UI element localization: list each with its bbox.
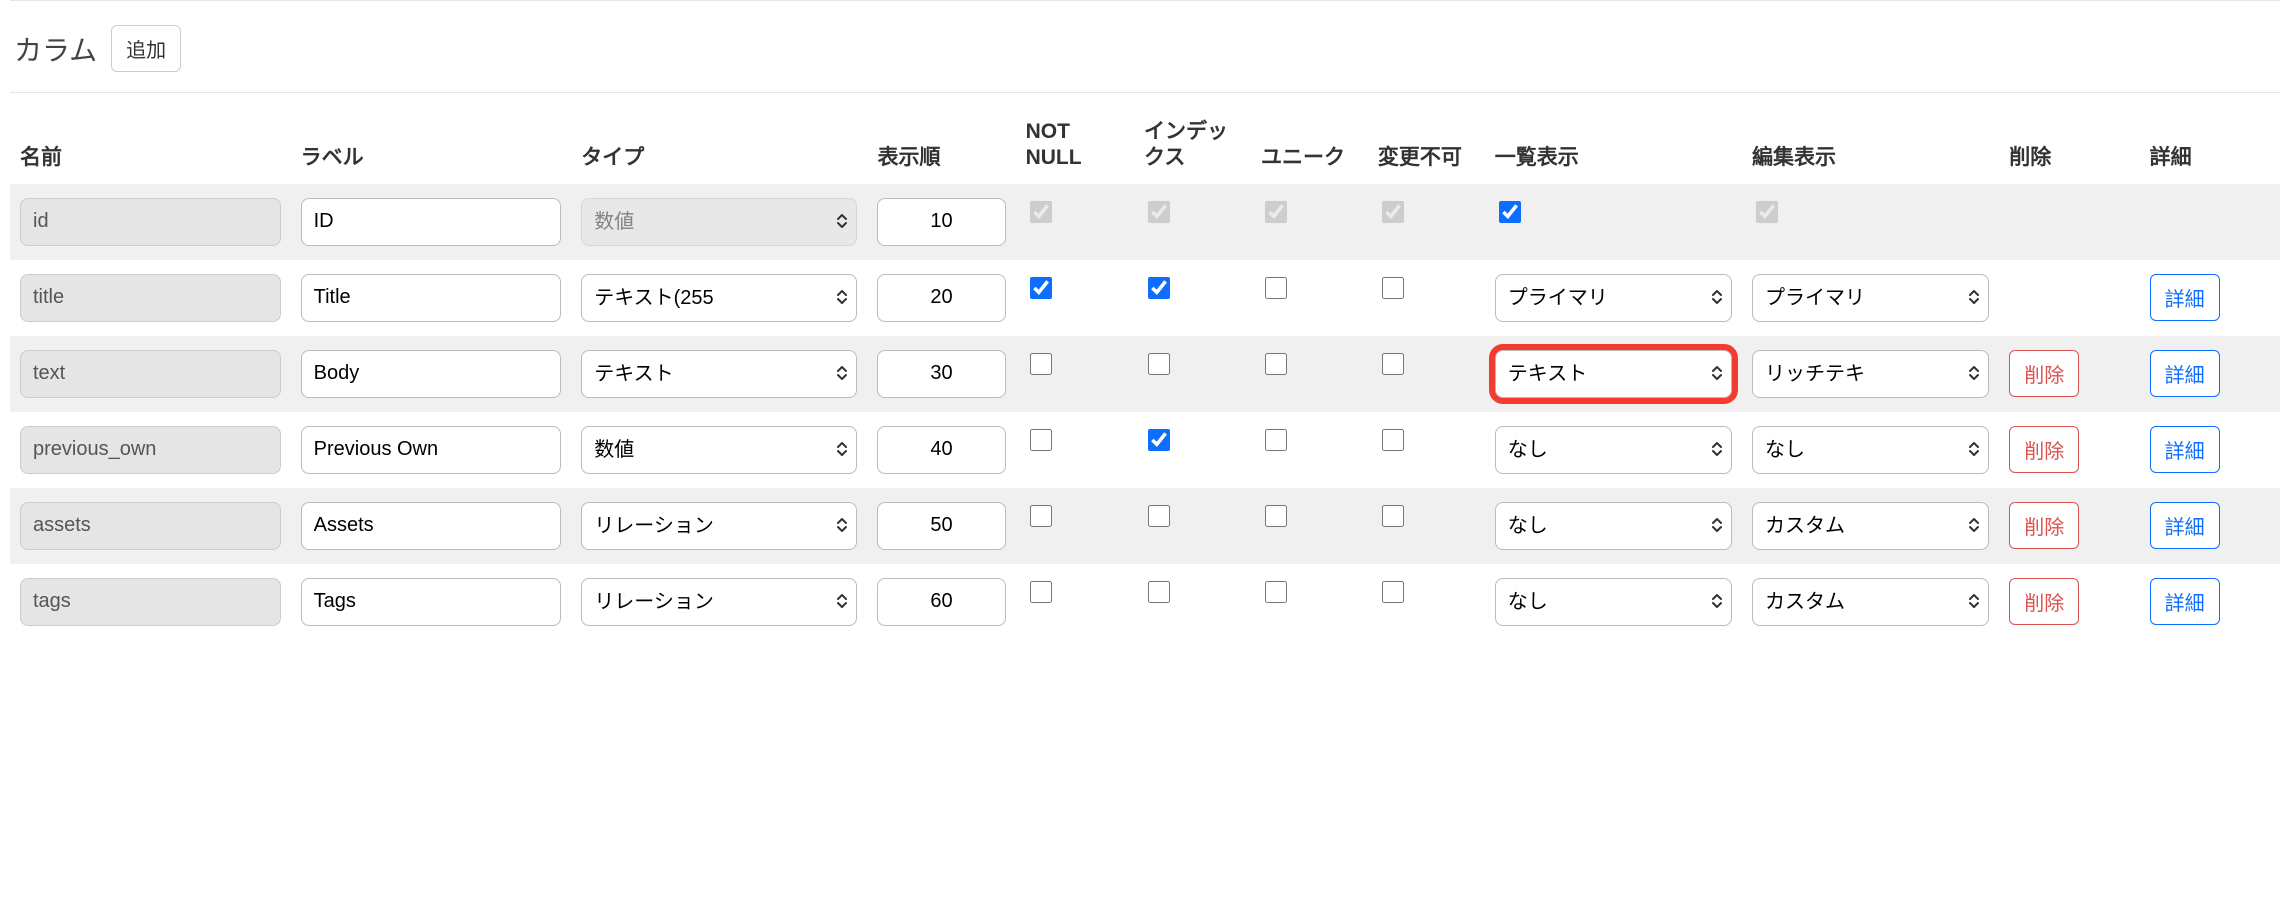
not-null-checkbox[interactable] (1030, 429, 1052, 451)
order-field[interactable] (877, 274, 1005, 322)
header-immutable: 変更不可 (1368, 111, 1485, 184)
immutable-checkbox[interactable] (1382, 353, 1404, 375)
table-header-row: 名前 ラベル タイプ 表示順 NOT NULL インデックス ユニーク 変更不可… (10, 111, 2280, 184)
list-display-select[interactable]: なし (1495, 426, 1732, 474)
not-null-checkbox[interactable] (1030, 505, 1052, 527)
order-field[interactable] (877, 198, 1005, 246)
index-checkbox[interactable] (1148, 429, 1170, 451)
delete-button[interactable]: 削除 (2009, 426, 2079, 473)
not-null-checkbox[interactable] (1030, 277, 1052, 299)
order-field[interactable] (877, 578, 1005, 626)
list-display-select[interactable]: プライマリ (1495, 274, 1732, 322)
name-field (20, 578, 281, 626)
immutable-checkbox[interactable] (1382, 505, 1404, 527)
section-title: カラム (14, 29, 97, 69)
order-field[interactable] (877, 350, 1005, 398)
label-field[interactable] (301, 198, 562, 246)
name-field (20, 198, 281, 246)
label-field[interactable] (301, 578, 562, 626)
immutable-checkbox[interactable] (1382, 277, 1404, 299)
table-row: 数値なしなし削除詳細 (10, 412, 2280, 488)
header-notnull: NOT NULL (1016, 111, 1134, 184)
immutable-checkbox[interactable] (1382, 581, 1404, 603)
delete-button[interactable]: 削除 (2009, 350, 2079, 397)
detail-button[interactable]: 詳細 (2150, 502, 2220, 549)
header-delete: 削除 (1999, 111, 2139, 184)
immutable-checkbox[interactable] (1382, 429, 1404, 451)
index-checkbox[interactable] (1148, 353, 1170, 375)
unique-checkbox[interactable] (1265, 277, 1287, 299)
header-list-display: 一覧表示 (1485, 111, 1742, 184)
unique-checkbox[interactable] (1265, 353, 1287, 375)
detail-button[interactable]: 詳細 (2150, 350, 2220, 397)
header-label: ラベル (291, 111, 572, 184)
edit-display-select[interactable]: なし (1752, 426, 1989, 474)
type-select[interactable]: リレーション (581, 502, 857, 550)
columns-table: 名前 ラベル タイプ 表示順 NOT NULL インデックス ユニーク 変更不可… (10, 111, 2280, 640)
list-display-select[interactable]: テキスト (1495, 350, 1732, 398)
edit-display-select[interactable]: プライマリ (1752, 274, 1989, 322)
name-field (20, 350, 281, 398)
index-checkbox[interactable] (1148, 581, 1170, 603)
detail-button[interactable]: 詳細 (2150, 578, 2220, 625)
unique-checkbox (1265, 201, 1287, 223)
header-index: インデックス (1134, 111, 1251, 184)
edit-display-select[interactable]: カスタム (1752, 578, 1989, 626)
add-column-button[interactable]: 追加 (111, 25, 181, 72)
type-select: 数値 (581, 198, 857, 246)
type-select[interactable]: テキスト (581, 350, 857, 398)
type-select[interactable]: 数値 (581, 426, 857, 474)
edit-display-select[interactable]: カスタム (1752, 502, 1989, 550)
edit-display-checkbox (1756, 201, 1778, 223)
header-type: タイプ (571, 111, 867, 184)
detail-button[interactable]: 詳細 (2150, 274, 2220, 321)
header-order: 表示順 (867, 111, 1015, 184)
label-field[interactable] (301, 502, 562, 550)
header-name: 名前 (10, 111, 291, 184)
name-field (20, 274, 281, 322)
section-header: カラム 追加 (10, 0, 2280, 93)
table-row: テキストテキストリッチテキ削除詳細 (10, 336, 2280, 412)
unique-checkbox[interactable] (1265, 505, 1287, 527)
header-unique: ユニーク (1251, 111, 1368, 184)
type-select[interactable]: テキスト(255 (581, 274, 857, 322)
not-null-checkbox[interactable] (1030, 353, 1052, 375)
list-display-checkbox[interactable] (1499, 201, 1521, 223)
immutable-checkbox (1382, 201, 1404, 223)
type-select[interactable]: リレーション (581, 578, 857, 626)
table-row: リレーション なしカスタム削除 詳細 (10, 488, 2280, 564)
list-display-select[interactable]: なし (1495, 578, 1732, 626)
table-row: 数値 (10, 184, 2280, 260)
edit-display-select[interactable]: リッチテキ (1752, 350, 1989, 398)
index-checkbox[interactable] (1148, 277, 1170, 299)
table-row: テキスト(255 プライマリプライマリ 詳細 (10, 260, 2280, 336)
unique-checkbox[interactable] (1265, 581, 1287, 603)
order-field[interactable] (877, 426, 1005, 474)
label-field[interactable] (301, 274, 562, 322)
index-checkbox (1148, 201, 1170, 223)
header-edit-display: 編集表示 (1742, 111, 1999, 184)
list-display-select[interactable]: なし (1495, 502, 1732, 550)
label-field[interactable] (301, 426, 562, 474)
detail-button[interactable]: 詳細 (2150, 426, 2220, 473)
order-field[interactable] (877, 502, 1005, 550)
header-detail: 詳細 (2140, 111, 2280, 184)
not-null-checkbox (1030, 201, 1052, 223)
not-null-checkbox[interactable] (1030, 581, 1052, 603)
unique-checkbox[interactable] (1265, 429, 1287, 451)
delete-button[interactable]: 削除 (2009, 578, 2079, 625)
name-field (20, 502, 281, 550)
name-field (20, 426, 281, 474)
delete-button[interactable]: 削除 (2009, 502, 2079, 549)
table-row: リレーション なしカスタム削除 詳細 (10, 564, 2280, 640)
index-checkbox[interactable] (1148, 505, 1170, 527)
label-field[interactable] (301, 350, 562, 398)
